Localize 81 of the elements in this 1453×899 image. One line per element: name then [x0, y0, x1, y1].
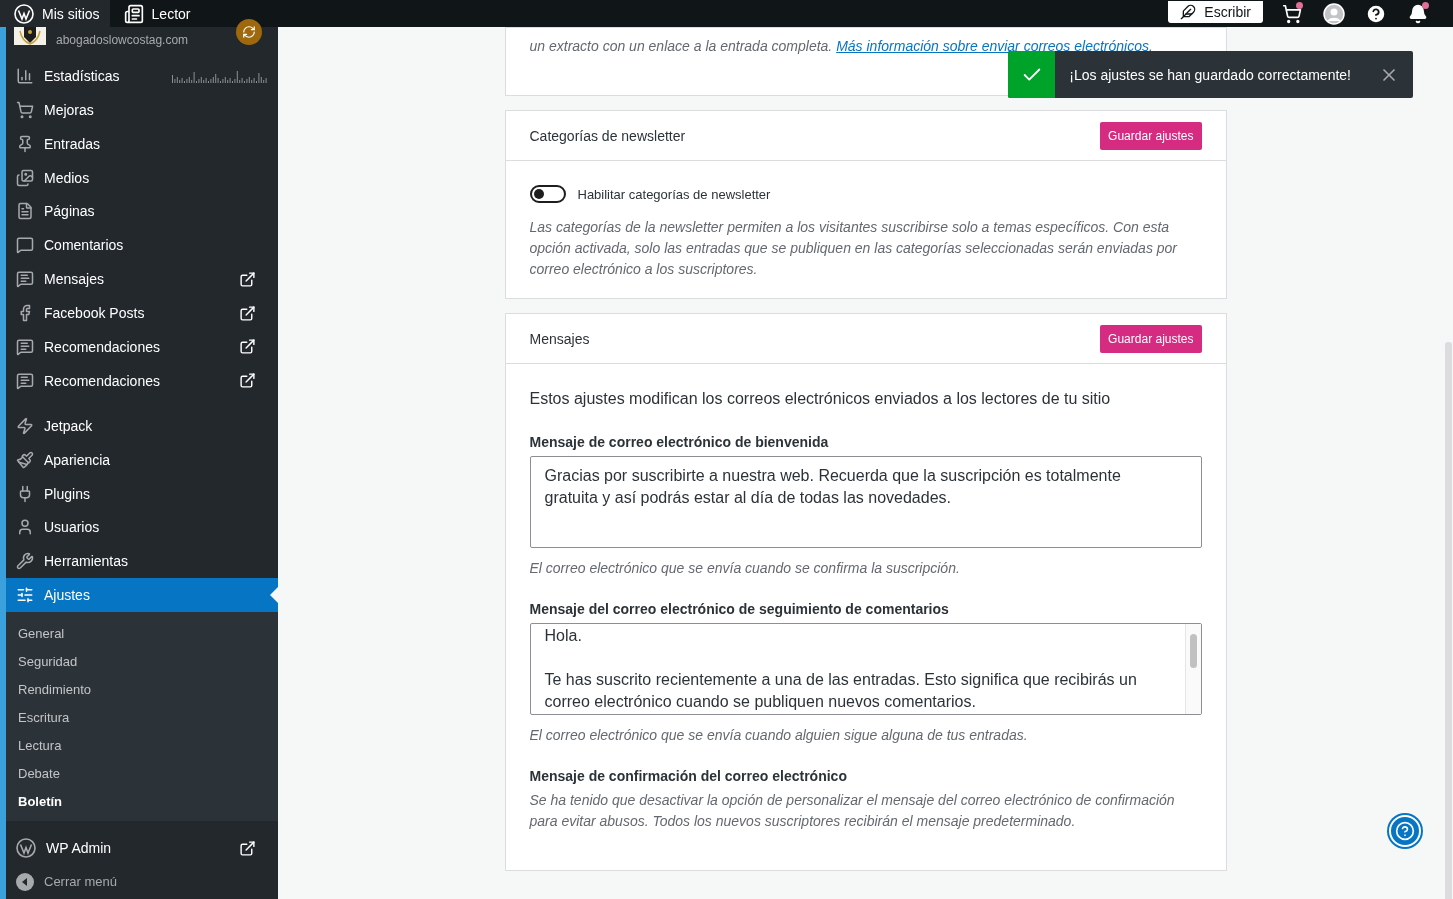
message-icon [16, 371, 34, 390]
help-button[interactable] [1389, 815, 1421, 847]
comment-follow-message-field[interactable]: Hola. Te has suscrito recientemente a una de las entradas. Esto significa que recibirás un correo electrónico cuando se publiquen nuevos comentarios. [529, 623, 1202, 715]
brush-icon [16, 450, 34, 469]
sidebar-item[interactable]: Mensajes [6, 262, 278, 297]
submenu-item[interactable]: Escritura [6, 703, 278, 732]
scrollbar-thumb[interactable] [1445, 342, 1452, 899]
wrench-icon [16, 552, 34, 571]
cart-icon[interactable] [1282, 3, 1302, 24]
card-title: Categorías de newsletter [529, 127, 686, 144]
external-link-icon [239, 839, 256, 857]
sidebar-item[interactable]: Mejoras [6, 92, 278, 127]
submenu-item[interactable]: Lectura [6, 731, 278, 760]
message-icon [16, 270, 34, 289]
notification-dot [1422, 1, 1429, 9]
user-icon [16, 518, 34, 537]
avatar-icon[interactable] [1323, 2, 1345, 25]
submenu-item[interactable]: General [6, 619, 278, 648]
save-button[interactable]: Guardar ajustes [1100, 121, 1202, 150]
field-label: Mensaje de correo electrónico de bienvenida [529, 434, 830, 450]
submenu-item[interactable]: Debate [6, 759, 278, 788]
sidebar-item[interactable]: Facebook Posts [6, 296, 278, 331]
sidebar-item[interactable]: WP Admin [6, 831, 278, 865]
help-text: El correo electrónico que se envía cuando se confirma la suscripción. [529, 559, 961, 578]
collapse-menu-link[interactable]: Cerrar menú [6, 865, 278, 899]
submenu-item[interactable]: Seguridad [6, 647, 278, 676]
sidebar-item[interactable]: Comentarios [6, 228, 278, 263]
card-title: Mensajes [529, 330, 590, 347]
toggle-switch[interactable] [529, 185, 566, 203]
site-url: abogadoslowcostag.com [56, 33, 189, 47]
settings-icon [16, 586, 34, 605]
scrollbar-thumb[interactable] [1189, 634, 1197, 668]
wordpress-logo-icon [14, 3, 34, 24]
sync-icon [242, 25, 256, 39]
sidebar-item[interactable]: Usuarios [6, 510, 278, 545]
save-button[interactable]: Guardar ajustes [1100, 324, 1202, 353]
pin-icon [16, 134, 34, 153]
help-icon[interactable] [1365, 2, 1387, 25]
toggle-label: Habilitar categorías de newsletter [577, 186, 771, 202]
newspaper-icon [123, 3, 144, 24]
notification-dot [1296, 1, 1303, 9]
bell-icon[interactable] [1408, 3, 1428, 24]
images-icon [16, 168, 34, 187]
sidebar-item[interactable]: Estadísticas [6, 58, 278, 93]
message-icon [16, 337, 34, 356]
notice-text: ¡Los ajustes se han guardado correctamente! [1068, 66, 1352, 83]
field-label: Mensaje del correo electrónico de seguimiento de comentarios [529, 601, 950, 617]
lightning-icon [16, 416, 34, 435]
bar-chart-icon [16, 66, 34, 85]
sync-badge[interactable] [236, 19, 262, 45]
topbar-tab[interactable]: Mis sitios [0, 0, 110, 27]
welcome-message-field[interactable]: Gracias por suscribirte a nuestra web. Recuerda que la suscripción es totalmente gratuita y así podrás estar al día de todas las novedades. [529, 456, 1202, 548]
sidebar-item[interactable]: Plugins [6, 476, 278, 511]
sidebar-item[interactable]: Jetpack [6, 408, 278, 443]
description-text: Las categorías de la newsletter permiten a los visitantes suscribirse solo a temas específicos. Con esta opción activada, solo las entradas que se publiquen en las categorías seleccionadas serán enviadas por correo electrónico a los suscriptores. [529, 218, 1179, 279]
submenu-item[interactable]: Rendimiento [6, 675, 278, 704]
topbar-tab[interactable]: Lector [109, 0, 201, 27]
comment-icon [16, 236, 34, 255]
collapse-icon [16, 872, 34, 891]
description-text: un extracto con un enlace a la entrada completa. Más información sobre enviar correos electrónicos. [529, 37, 1154, 56]
help-text: El correo electrónico que se envía cuando alguien sigue alguna de tus entradas. [529, 726, 1029, 745]
sidebar-item[interactable]: Ajustes [6, 578, 278, 613]
sidebar-item[interactable]: Recomendaciones [6, 363, 278, 398]
sidebar-item[interactable]: Herramientas [6, 544, 278, 579]
write-button[interactable]: Escribir [1168, 0, 1263, 23]
help-text: Se ha tenido que desactivar la opción de personalizar el mensaje del correo electrónico de confirmación para evitar abusos. Todos los nuevos suscriptores recibirán el mensaje predeterminado. [529, 791, 1176, 831]
sidebar-item[interactable]: Entradas [6, 126, 278, 161]
sidebar-item[interactable]: Medios [6, 160, 278, 195]
page-icon [16, 202, 34, 221]
intro-text: Estos ajustes modifican los correos electrónicos enviados a los lectores de tu sitio [529, 390, 1112, 408]
sidebar-item[interactable]: Apariencia [6, 442, 278, 477]
pointer-arrow-icon [270, 587, 278, 604]
field-label: Mensaje de confirmación del correo electrónico [529, 768, 848, 784]
submenu-item[interactable]: Boletín [6, 787, 278, 816]
feather-icon [1180, 3, 1197, 20]
sidebar-item[interactable]: Páginas [6, 194, 278, 229]
learn-more-link[interactable]: Más información sobre enviar correos electrónicos [836, 38, 1149, 54]
sidebar-item[interactable]: Recomendaciones [6, 330, 278, 364]
wordpress-logo-icon [16, 838, 36, 859]
help-icon [1395, 821, 1415, 841]
cart-icon [16, 100, 34, 119]
